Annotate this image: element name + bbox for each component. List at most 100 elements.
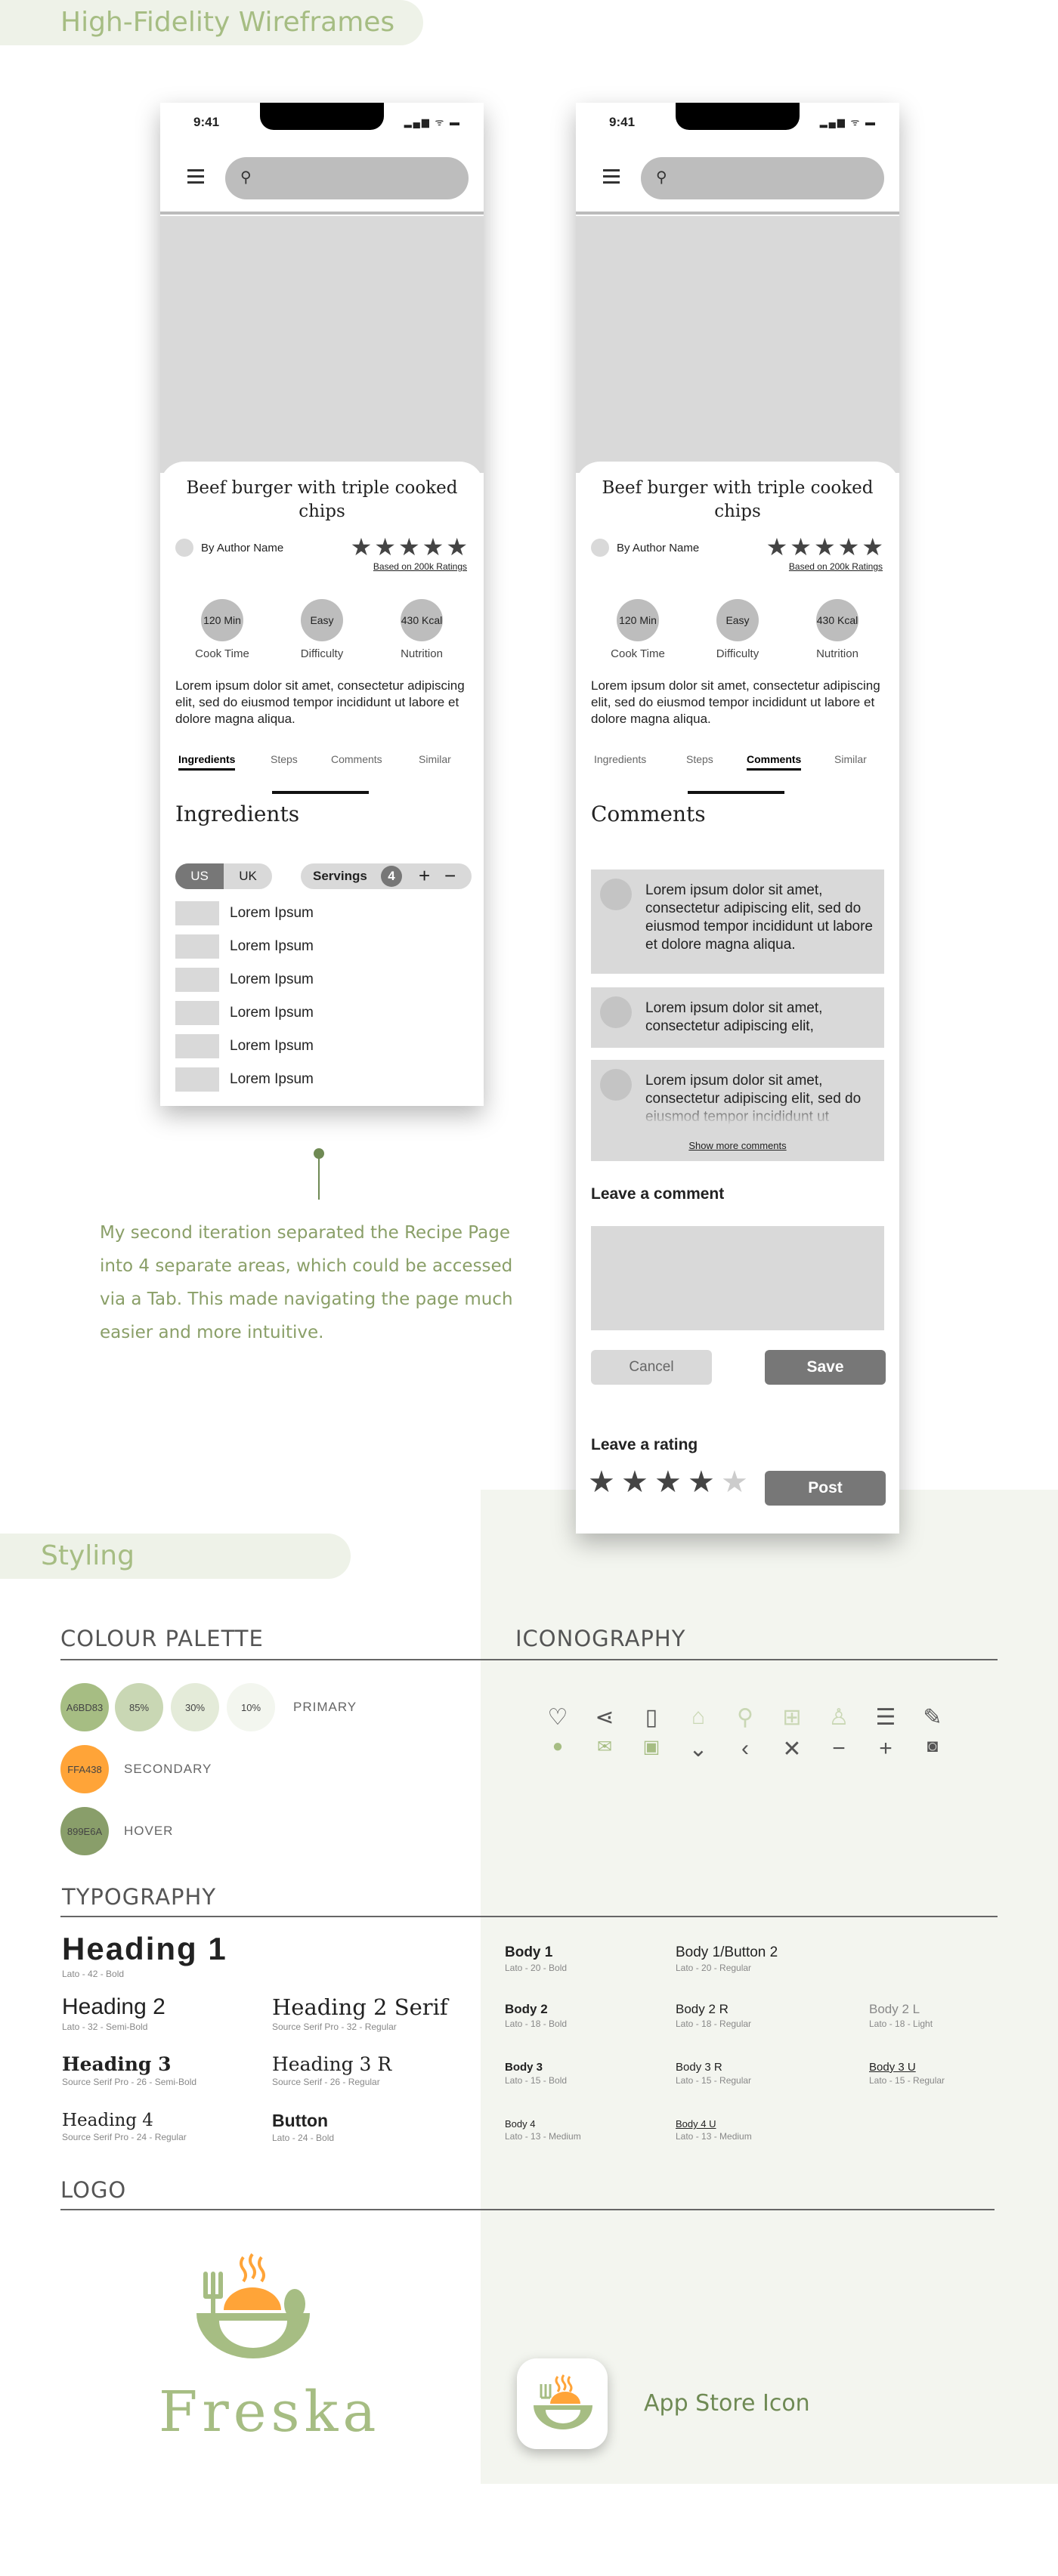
heart-icon: ♡: [547, 1705, 568, 1730]
comment-card: Lorem ipsum dolor sit amet, consectetur …: [591, 1060, 884, 1161]
type-spec: Lato - 18 - Regular: [676, 2018, 752, 2029]
menu-icon[interactable]: [187, 169, 204, 184]
phone-comments: 9:41 ▂▄▆ ᯤ ▬ ⚲ ♡ ⋖ ▯ Beef burger with tr…: [576, 103, 899, 1534]
recipe-title: Beef burger with triple cooked chips: [602, 478, 874, 521]
ingredient-image: [175, 968, 219, 992]
tab-ingredients[interactable]: Ingredients: [178, 753, 236, 771]
type-body-2: Body 2 Lato - 18 - Bold: [505, 2002, 567, 2029]
stat-nutrition: 430 Kcal Nutrition: [384, 599, 459, 660]
tab-similar[interactable]: Similar: [834, 753, 867, 765]
stat-value: Easy: [716, 599, 759, 641]
type-spec: Lato - 15 - Bold: [505, 2075, 568, 2086]
ingredient-image: [175, 934, 219, 959]
ingredient-name: Lorem Ipsum: [230, 905, 314, 921]
tab-ingredients[interactable]: Ingredients: [594, 753, 646, 765]
plus-icon: +: [879, 1736, 892, 1761]
tab-steps[interactable]: Steps: [271, 753, 298, 765]
avatar: [591, 539, 609, 557]
tab-comments[interactable]: Comments: [331, 753, 382, 765]
search-icon: ⚲: [737, 1705, 753, 1730]
minus-icon[interactable]: −: [444, 864, 456, 888]
grid-icon: ⊞: [782, 1705, 802, 1730]
tab-comments[interactable]: Comments: [747, 753, 802, 771]
post-button[interactable]: Post: [765, 1471, 886, 1506]
star-icon[interactable]: ★: [688, 1465, 715, 1500]
colour-palette-heading: COLOUR PALETTE: [60, 1626, 264, 1651]
type-name: Body 3 R: [676, 2061, 722, 2074]
stat-label: Nutrition: [401, 647, 443, 660]
star-icon[interactable]: ★: [721, 1465, 748, 1500]
recipe-tabs: Ingredients Steps Comments Similar: [175, 753, 472, 776]
author[interactable]: By Author Name: [175, 539, 283, 557]
status-icons: ▂▄▆ ᯤ ▬: [404, 116, 461, 128]
unit-uk[interactable]: UK: [224, 863, 272, 889]
servings-stepper: Servings 4 + −: [301, 863, 472, 889]
rating-count-link[interactable]: Based on 200k Ratings: [789, 561, 883, 572]
list-item[interactable]: Lorem Ipsum: [175, 1067, 447, 1092]
menu-icon: ☰: [875, 1705, 896, 1730]
type-spec: Lato - 18 - Bold: [505, 2018, 568, 2029]
menu-icon[interactable]: [603, 169, 620, 184]
unit-us[interactable]: US: [175, 863, 224, 889]
search-icon: ⚲: [656, 169, 667, 186]
list-item[interactable]: Lorem Ipsum: [175, 1034, 447, 1058]
app-store-icon: [517, 2358, 608, 2449]
chevron-down-icon: ⌄: [688, 1737, 708, 1762]
type-spec: Source Serif Pro - 24 - Regular: [62, 2132, 187, 2142]
avatar: [600, 879, 632, 910]
search-input[interactable]: ⚲: [641, 157, 884, 199]
recipe-title: Beef burger with triple cooked chips: [186, 478, 458, 521]
camera-icon: ◙: [927, 1736, 939, 1756]
type-name: Body 2 L: [869, 2002, 920, 2016]
type-spec: Source Serif - 26 - Regular: [272, 2077, 380, 2087]
comment-textarea[interactable]: [591, 1226, 884, 1330]
rating-count-link[interactable]: Based on 200k Ratings: [373, 561, 467, 572]
type-spec: Source Serif Pro - 32 - Regular: [272, 2022, 397, 2032]
plus-icon[interactable]: +: [419, 864, 430, 888]
list-item[interactable]: Lorem Ipsum: [175, 968, 447, 992]
type-name: Body 2 R: [676, 2002, 729, 2016]
home-icon: ⌂: [691, 1704, 706, 1729]
ingredient-name: Lorem Ipsum: [230, 1038, 314, 1054]
save-button[interactable]: Save: [765, 1350, 886, 1385]
type-body-1-button-2: Body 1/Button 2 Lato - 20 - Regular: [676, 1944, 778, 1973]
type-body-4: Body 4 Lato - 13 - Medium: [505, 2118, 581, 2142]
type-name: Body 1/Button 2: [676, 1944, 778, 1960]
ingredient-name: Lorem Ipsum: [230, 1071, 314, 1087]
type-spec: Lato - 13 - Medium: [676, 2131, 752, 2142]
type-body-1: Body 1 Lato - 20 - Bold: [505, 1944, 567, 1973]
star-icon[interactable]: ★: [621, 1465, 648, 1500]
search-input[interactable]: ⚲: [225, 157, 469, 199]
page-title: High-Fidelity Wireframes: [0, 0, 423, 45]
stat-value: Easy: [301, 599, 343, 641]
stat-value: 120 Min: [201, 599, 243, 641]
unit-toggle[interactable]: US UK: [175, 863, 272, 889]
cancel-button[interactable]: Cancel: [591, 1350, 712, 1385]
type-name: Heading 2: [62, 1994, 166, 2019]
list-item[interactable]: Lorem Ipsum: [175, 934, 447, 959]
swatch-hover: 899E6A: [60, 1807, 109, 1855]
logo-wordmark: Freska: [159, 2380, 381, 2445]
stat-label: Nutrition: [816, 647, 858, 660]
show-more-link[interactable]: Show more comments: [591, 1140, 884, 1151]
comment-card: Lorem ipsum dolor sit amet, consectetur …: [591, 869, 884, 974]
secondary-label: SECONDARY: [124, 1762, 212, 1776]
list-item[interactable]: Lorem Ipsum: [175, 1001, 447, 1025]
comment-text: Lorem ipsum dolor sit amet, consectetur …: [645, 882, 874, 953]
iconography-heading: ICONOGRAPHY: [515, 1626, 686, 1651]
type-name: Body 3 U: [869, 2061, 916, 2074]
author[interactable]: By Author Name: [591, 539, 699, 557]
list-item[interactable]: Lorem Ipsum: [175, 901, 447, 925]
app-icon-mark: [534, 2374, 592, 2429]
ingredient-image: [175, 901, 219, 925]
notch: [260, 103, 384, 130]
phone-ingredients: 9:41 ▂▄▆ ᯤ ▬ ⚲ ♡ ⋖ ▯ Beef burger with tr…: [160, 103, 484, 1106]
tab-similar[interactable]: Similar: [419, 753, 451, 765]
star-icon[interactable]: ★: [588, 1465, 615, 1500]
type-heading-2-serif: Heading 2 Serif Source Serif Pro - 32 - R…: [272, 1994, 448, 2032]
comment-text: Lorem ipsum dolor sit amet, consectetur …: [645, 1000, 823, 1034]
type-spec: Lato - 20 - Bold: [505, 1963, 568, 1973]
star-icon[interactable]: ★: [654, 1465, 682, 1500]
tab-steps[interactable]: Steps: [686, 753, 713, 765]
avatar: [175, 539, 193, 557]
